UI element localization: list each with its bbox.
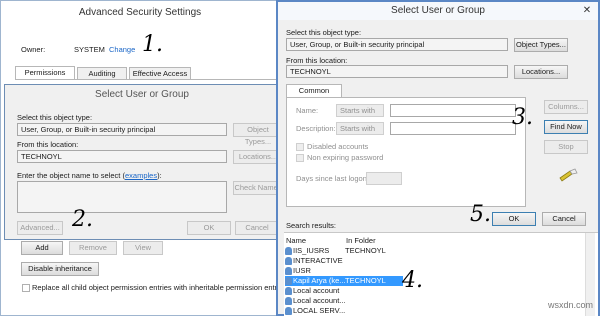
front-location-field: TECHNOYL <box>286 65 508 78</box>
examples-link[interactable]: examples <box>125 171 157 180</box>
result-row[interactable]: Local account... <box>285 296 585 306</box>
description-label: Description: <box>296 124 336 133</box>
back-object-name-input[interactable] <box>17 181 227 213</box>
front-dialog-title: Select User or Group <box>278 2 598 20</box>
result-row[interactable]: Local account <box>285 286 585 296</box>
name-input[interactable] <box>390 104 516 117</box>
col-name-header[interactable]: Name <box>286 236 306 245</box>
search-results-label: Search results: <box>286 221 337 230</box>
front-object-types-button[interactable]: Object Types... <box>514 38 568 52</box>
col-folder-header[interactable]: In Folder <box>346 236 376 245</box>
non-expiring-label: Non expiring password <box>307 153 384 162</box>
step-1-annotation: 1. <box>142 32 163 57</box>
add-button[interactable]: Add <box>21 241 63 255</box>
remove-button[interactable]: Remove <box>69 241 117 255</box>
result-row-selected[interactable]: Kapil Arya (ke... TECHNOYL <box>285 276 403 286</box>
description-input[interactable] <box>390 122 516 135</box>
user-icon <box>285 307 292 315</box>
days-since-logon-label: Days since last logon: <box>296 174 369 183</box>
replace-child-checkbox[interactable] <box>22 284 30 292</box>
back-object-type-field: User, Group, or Built-in security princi… <box>17 123 227 136</box>
name-label: Name: <box>296 106 319 115</box>
back-ok-button[interactable]: OK <box>187 221 231 235</box>
owner-value: SYSTEM <box>74 45 105 54</box>
front-cancel-button[interactable]: Cancel <box>542 212 586 226</box>
result-row[interactable]: LOCAL SERV... <box>285 306 585 316</box>
select-user-dialog-back: Select User or Group Select this object … <box>4 84 283 240</box>
back-advanced-button[interactable]: Advanced... <box>17 221 63 235</box>
disabled-accounts-checkbox[interactable] <box>296 143 304 151</box>
front-object-type-field: User, Group, or Built-in security princi… <box>286 38 508 51</box>
search-flashlight-icon <box>558 168 578 182</box>
group-icon <box>285 257 292 265</box>
back-cancel-button[interactable]: Cancel <box>235 221 279 235</box>
description-match-select[interactable]: Starts with <box>336 122 384 135</box>
step-2-annotation: 2. <box>72 207 93 232</box>
group-icon <box>285 247 292 255</box>
tab-permissions[interactable]: Permissions <box>15 66 75 80</box>
front-ok-button[interactable]: OK <box>492 212 536 226</box>
replace-child-label: Replace all child object permission entr… <box>32 283 276 292</box>
front-location-label: From this location: <box>286 56 348 65</box>
watermark: wsxdn.com <box>548 300 594 310</box>
back-enter-label: Enter the object name to select (example… <box>17 171 162 180</box>
columns-button[interactable]: Columns... <box>544 100 588 114</box>
front-locations-button[interactable]: Locations... <box>514 65 568 79</box>
find-now-button[interactable]: Find Now <box>544 120 588 134</box>
back-object-type-label: Select this object type: <box>17 113 93 122</box>
owner-label: Owner: <box>21 45 46 54</box>
disable-inheritance-button[interactable]: Disable inheritance <box>21 262 99 276</box>
user-icon <box>285 277 292 285</box>
back-location-field: TECHNOYL <box>17 150 227 163</box>
result-row[interactable]: INTERACTIVE <box>285 256 585 266</box>
group-icon <box>285 287 292 295</box>
user-icon <box>285 267 292 275</box>
change-owner-link[interactable]: Change <box>109 45 135 54</box>
view-button[interactable]: View <box>123 241 163 255</box>
non-expiring-checkbox[interactable] <box>296 154 304 162</box>
back-dialog-title: Select User or Group <box>95 89 189 100</box>
step-4-annotation: 4. <box>402 268 423 293</box>
step-5-annotation: 5. <box>470 202 491 227</box>
stop-button[interactable]: Stop <box>544 140 588 154</box>
tab-common-queries[interactable]: Common Queries <box>286 84 342 107</box>
advanced-security-title: Advanced Security Settings <box>78 7 202 18</box>
back-location-label: From this location: <box>17 140 79 149</box>
group-icon <box>285 297 292 305</box>
days-since-logon-select[interactable] <box>366 172 402 185</box>
disabled-accounts-label: Disabled accounts <box>307 142 369 151</box>
front-object-type-label: Select this object type: <box>286 28 362 37</box>
close-icon[interactable]: ✕ <box>580 4 594 18</box>
result-row[interactable]: IUSR <box>285 266 585 276</box>
name-match-select[interactable]: Starts with <box>336 104 384 117</box>
step-3-annotation: 3. <box>512 105 533 130</box>
result-row[interactable]: IIS_IUSRS TECHNOYL <box>285 246 585 256</box>
